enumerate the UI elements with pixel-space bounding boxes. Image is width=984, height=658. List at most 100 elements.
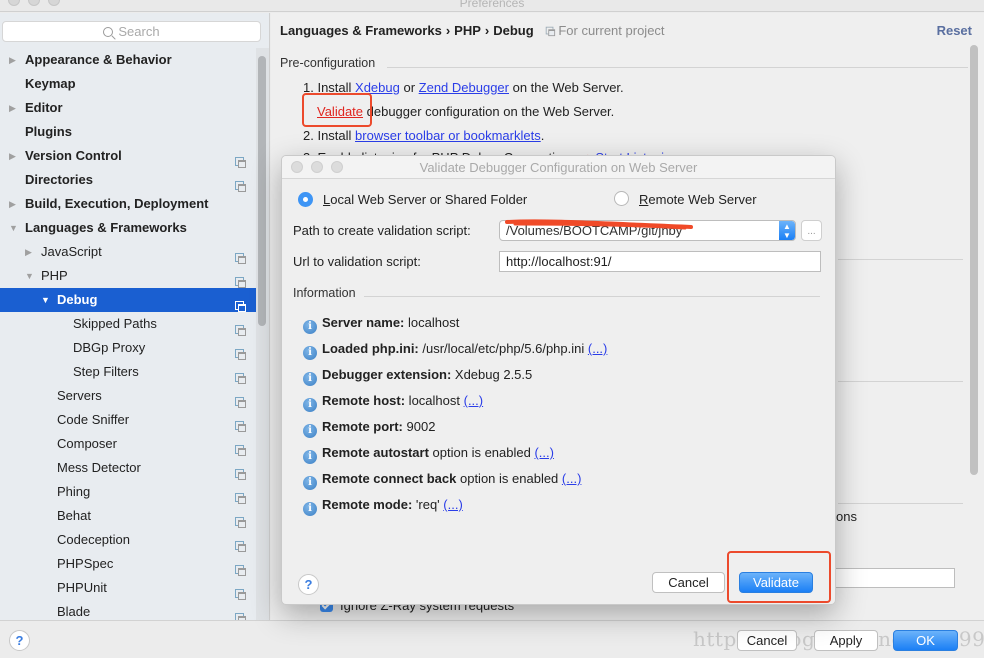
sidebar-item-mess-detector[interactable]: Mess Detector <box>0 456 256 480</box>
sidebar-item-label: PHP <box>41 268 68 283</box>
sidebar-item-debug[interactable]: ▼ Debug <box>0 288 256 312</box>
sidebar-item-build-execution-deployment[interactable]: ▶ Build, Execution, Deployment <box>0 192 256 216</box>
annotation-highlight-box <box>302 93 372 127</box>
sidebar-item-languages-frameworks[interactable]: ▼ Languages & Frameworks <box>0 216 256 240</box>
sidebar-item-label: Step Filters <box>73 364 139 379</box>
step-install-toolbar: 2. Install browser toolbar or bookmarkle… <box>303 128 545 143</box>
project-scope-icon <box>235 445 246 456</box>
expand-arrow-down-icon[interactable]: ▼ <box>9 216 18 240</box>
sidebar-item-label: Version Control <box>25 148 122 163</box>
sidebar-item-label: Plugins <box>25 124 72 139</box>
dialog-cancel-button[interactable]: Cancel <box>652 572 725 593</box>
local-web-server-label[interactable]: Local Web Server or Shared Folder <box>323 192 527 207</box>
sidebar-item-php[interactable]: ▼ PHP <box>0 264 256 288</box>
info-icon: i <box>303 502 317 516</box>
remote-web-server-label[interactable]: Remote Web Server <box>639 192 757 207</box>
sidebar-item-dbgp-proxy[interactable]: DBGp Proxy <box>0 336 256 360</box>
scope-indicator: For current project <box>545 23 665 38</box>
sidebar-item-label: Debug <box>57 292 98 307</box>
sidebar-item-label: PHPUnit <box>57 580 107 595</box>
sidebar-item-phing[interactable]: Phing <box>0 480 256 504</box>
help-button[interactable]: ? <box>9 630 30 651</box>
sidebar-item-label: PHPSpec <box>57 556 114 571</box>
path-label: Path to create validation script: <box>293 223 471 238</box>
sidebar-item-phpspec[interactable]: PHPSpec <box>0 552 256 576</box>
path-combobox[interactable]: /Volumes/BOOTCAMP/git/jhby ▲ ▼ <box>499 220 796 241</box>
zend-debugger-link[interactable]: Zend Debugger <box>419 80 509 95</box>
expand-arrow-right-icon[interactable]: ▶ <box>9 48 16 72</box>
info-icon: i <box>303 476 317 490</box>
scope-label: For current project <box>558 23 665 38</box>
project-scope-icon <box>235 397 246 408</box>
apply-button[interactable]: Apply <box>814 630 878 651</box>
sidebar-scrollbar[interactable] <box>256 48 269 620</box>
project-scope-icon <box>235 277 246 288</box>
project-scope-icon <box>235 565 246 576</box>
breadcrumb-item: Debug <box>493 23 534 38</box>
info-key: Remote connect back <box>322 471 457 486</box>
info-key: Debugger extension: <box>322 367 452 382</box>
sidebar-item-label: Build, Execution, Deployment <box>25 196 209 211</box>
sidebar-item-version-control[interactable]: ▶ Version Control <box>0 144 256 168</box>
info-details-link[interactable]: (...) <box>443 497 463 512</box>
sidebar-scrollbar-thumb[interactable] <box>258 56 266 326</box>
ok-button[interactable]: OK <box>893 630 958 651</box>
sidebar-item-label: Codeception <box>57 532 130 547</box>
sidebar-item-code-sniffer[interactable]: Code Sniffer <box>0 408 256 432</box>
project-scope-icon <box>235 589 246 600</box>
project-scope-icon <box>235 253 246 264</box>
project-level-indicator <box>235 463 246 480</box>
dialog-titlebar: Validate Debugger Configuration on Web S… <box>282 156 835 179</box>
dialog-help-button[interactable]: ? <box>298 574 319 595</box>
expand-arrow-right-icon[interactable]: ▶ <box>9 192 16 216</box>
sidebar-item-codeception[interactable]: Codeception <box>0 528 256 552</box>
sidebar-item-appearance-behavior[interactable]: ▶ Appearance & Behavior <box>0 48 256 72</box>
settings-sidebar: Search ▶ Appearance & Behavior Keymap ▶ Edit… <box>0 13 270 624</box>
sidebar-item-javascript[interactable]: ▶ JavaScript <box>0 240 256 264</box>
local-web-server-radio[interactable] <box>298 192 313 207</box>
sidebar-item-keymap[interactable]: Keymap <box>0 72 256 96</box>
info-details-link[interactable]: (...) <box>534 445 554 460</box>
preconfiguration-title: Pre-configuration <box>280 56 376 70</box>
project-scope-icon <box>235 349 246 360</box>
main-scrollbar[interactable] <box>968 45 980 515</box>
sidebar-item-editor[interactable]: ▶ Editor <box>0 96 256 120</box>
sidebar-item-phpunit[interactable]: PHPUnit <box>0 576 256 600</box>
window-title: Preferences <box>459 0 525 10</box>
sidebar-item-behat[interactable]: Behat <box>0 504 256 528</box>
url-input[interactable]: http://localhost:91/ <box>499 251 821 272</box>
window-titlebar: Preferences <box>0 0 984 12</box>
combobox-stepper-icon[interactable]: ▲ ▼ <box>779 221 795 240</box>
info-details-link[interactable]: (...) <box>464 393 484 408</box>
browse-button[interactable]: ... <box>801 220 822 241</box>
info-details-link[interactable]: (...) <box>562 471 582 486</box>
sidebar-item-label: Skipped Paths <box>73 316 157 331</box>
expand-arrow-right-icon[interactable]: ▶ <box>25 240 32 264</box>
sidebar-item-servers[interactable]: Servers <box>0 384 256 408</box>
project-level-indicator <box>235 295 246 312</box>
sidebar-item-plugins[interactable]: Plugins <box>0 120 256 144</box>
sidebar-item-skipped-paths[interactable]: Skipped Paths <box>0 312 256 336</box>
browser-toolbar-link[interactable]: browser toolbar or bookmarklets <box>355 128 541 143</box>
expand-arrow-right-icon[interactable]: ▶ <box>9 96 16 120</box>
expand-arrow-right-icon[interactable]: ▶ <box>9 144 16 168</box>
main-scrollbar-thumb[interactable] <box>970 45 978 475</box>
reset-link[interactable]: Reset <box>937 23 972 38</box>
sidebar-item-label: Composer <box>57 436 117 451</box>
remote-web-server-radio[interactable] <box>614 191 629 206</box>
breadcrumb: Languages & Frameworks › PHP › Debug For cur… <box>280 23 665 38</box>
expand-arrow-down-icon[interactable]: ▼ <box>25 264 34 288</box>
info-details-link[interactable]: (...) <box>588 341 608 356</box>
expand-arrow-down-icon[interactable]: ▼ <box>41 288 50 312</box>
search-input[interactable]: Search <box>2 21 261 42</box>
sidebar-item-label: Directories <box>25 172 93 187</box>
cancel-button[interactable]: Cancel <box>737 630 797 651</box>
info-row: i Remote autostart option is enabled (...… <box>303 444 554 464</box>
sidebar-item-directories[interactable]: Directories <box>0 168 256 192</box>
sidebar-item-composer[interactable]: Composer <box>0 432 256 456</box>
breadcrumb-separator: › <box>484 23 490 38</box>
info-row: i Remote port: 9002 <box>303 418 435 438</box>
sidebar-item-step-filters[interactable]: Step Filters <box>0 360 256 384</box>
info-key: Remote autostart <box>322 445 429 460</box>
settings-text-field[interactable] <box>826 568 955 588</box>
